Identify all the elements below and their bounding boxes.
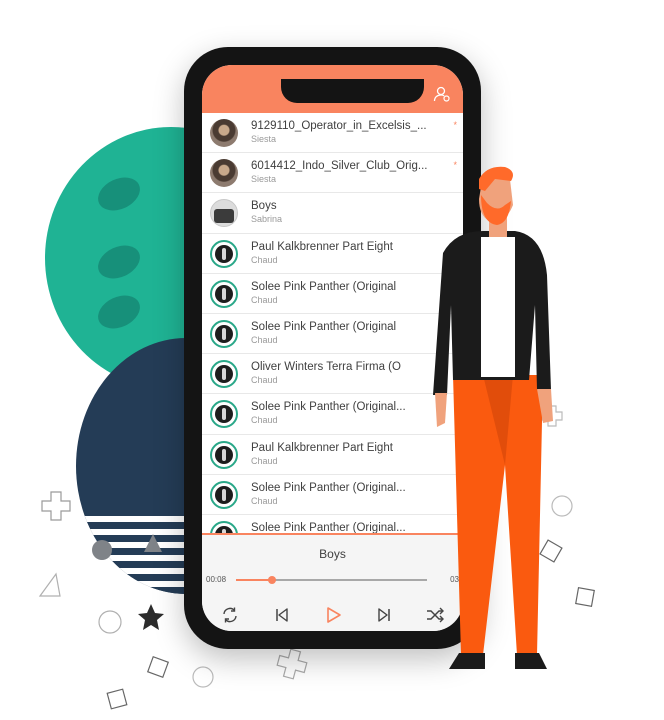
seek-progress (236, 579, 273, 581)
square-outline-icon (106, 688, 128, 710)
message-row[interactable]: Boys Sabrina (202, 193, 463, 234)
phone-screen: Inbox 9129110_Operator_in_Excelsis_...Si… (202, 65, 463, 631)
plus-outline-icon (41, 491, 71, 521)
avatar (210, 520, 238, 533)
message-title: Solee Pink Panther (Original (251, 280, 397, 293)
avatar (210, 319, 238, 348)
avatar (210, 480, 238, 509)
now-playing-title: Boys (319, 547, 346, 561)
plus-outline-icon (276, 648, 308, 680)
elapsed-time: 00:08 (206, 575, 227, 584)
gray-dot-icon (92, 540, 112, 560)
message-row[interactable]: Oliver Winters Terra Firma (O Chaud (202, 354, 463, 395)
message-sender: Chaud (251, 455, 278, 466)
message-title: Paul Kalkbrenner Part Eight (251, 441, 393, 454)
seek-bar[interactable] (236, 576, 427, 584)
avatar (210, 159, 238, 188)
message-row[interactable]: Solee Pink Panther (Original...Chaud (202, 475, 463, 515)
avatar (210, 440, 238, 469)
message-sender: Sabrina (251, 214, 283, 225)
playback-controls (202, 605, 463, 625)
message-row[interactable]: Paul Kalkbrenner Part Eight Chaud (202, 435, 463, 475)
message-sender: Chaud (251, 334, 278, 345)
user-settings-icon[interactable] (433, 85, 451, 103)
message-sender: Siesta (251, 174, 277, 185)
previous-icon[interactable] (272, 605, 292, 625)
message-row[interactable]: Solee Pink Panther (Original...Chaud (202, 394, 463, 435)
avatar (210, 400, 238, 429)
message-title: Solee Pink Panther (Original... (251, 401, 406, 414)
message-sender: Chaud (251, 495, 278, 506)
person-illustration (433, 166, 553, 669)
gray-triangle-icon (144, 534, 162, 552)
square-outline-icon (146, 655, 170, 679)
message-row[interactable]: Solee Pink Panther (Original Chaud (202, 314, 463, 355)
message-row[interactable]: 9129110_Operator_in_Excelsis_... Siesta * (202, 113, 463, 154)
message-sender: Chaud (251, 375, 278, 386)
message-title: Paul Kalkbrenner Part Eight (251, 240, 393, 253)
message-row[interactable]: Solee Pink Panther (Original Chaud (202, 274, 463, 314)
avatar (210, 360, 238, 389)
message-title: 9129110_Operator_in_Excelsis_... (251, 120, 427, 132)
message-title: Solee Pink Panther (Original (251, 320, 397, 333)
message-sender: Chaud (251, 415, 278, 426)
message-row[interactable]: Paul Kalkbrenner Part Eight Chaud (202, 234, 463, 274)
next-icon[interactable] (374, 605, 394, 625)
message-row[interactable]: 6014412_Indo_Silver_Club_Orig... Siesta * (202, 153, 463, 194)
music-player: Boys 00:08 03 (202, 533, 463, 631)
message-sender: Chaud (251, 254, 278, 265)
avatar (210, 199, 238, 228)
message-sender: Chaud (251, 294, 278, 305)
message-title: 6014412_Indo_Silver_Club_Orig... (251, 160, 428, 173)
circle-outline-icon (98, 610, 122, 634)
message-title: Boys (251, 200, 277, 213)
play-icon[interactable] (323, 605, 343, 625)
square-outline-icon (575, 587, 595, 607)
triangle-outline-icon (38, 572, 61, 597)
avatar (210, 119, 238, 147)
message-title: Oliver Winters Terra Firma (O (251, 361, 401, 374)
message-list[interactable]: 9129110_Operator_in_Excelsis_... Siesta * 6… (202, 113, 463, 533)
unread-marker: * (453, 120, 457, 130)
repeat-icon[interactable] (220, 605, 240, 625)
message-row[interactable]: Solee Pink Panther (Original...Chaud (202, 515, 463, 533)
phone-notch (281, 79, 424, 103)
avatar (210, 279, 238, 308)
circle-outline-icon (192, 666, 214, 688)
message-title: Solee Pink Panther (Original... (251, 521, 406, 533)
dark-star-icon (138, 604, 164, 630)
message-title: Solee Pink Panther (Original... (251, 481, 406, 494)
seek-handle[interactable] (268, 576, 277, 584)
avatar (210, 239, 238, 268)
message-sender: Siesta (251, 134, 277, 144)
